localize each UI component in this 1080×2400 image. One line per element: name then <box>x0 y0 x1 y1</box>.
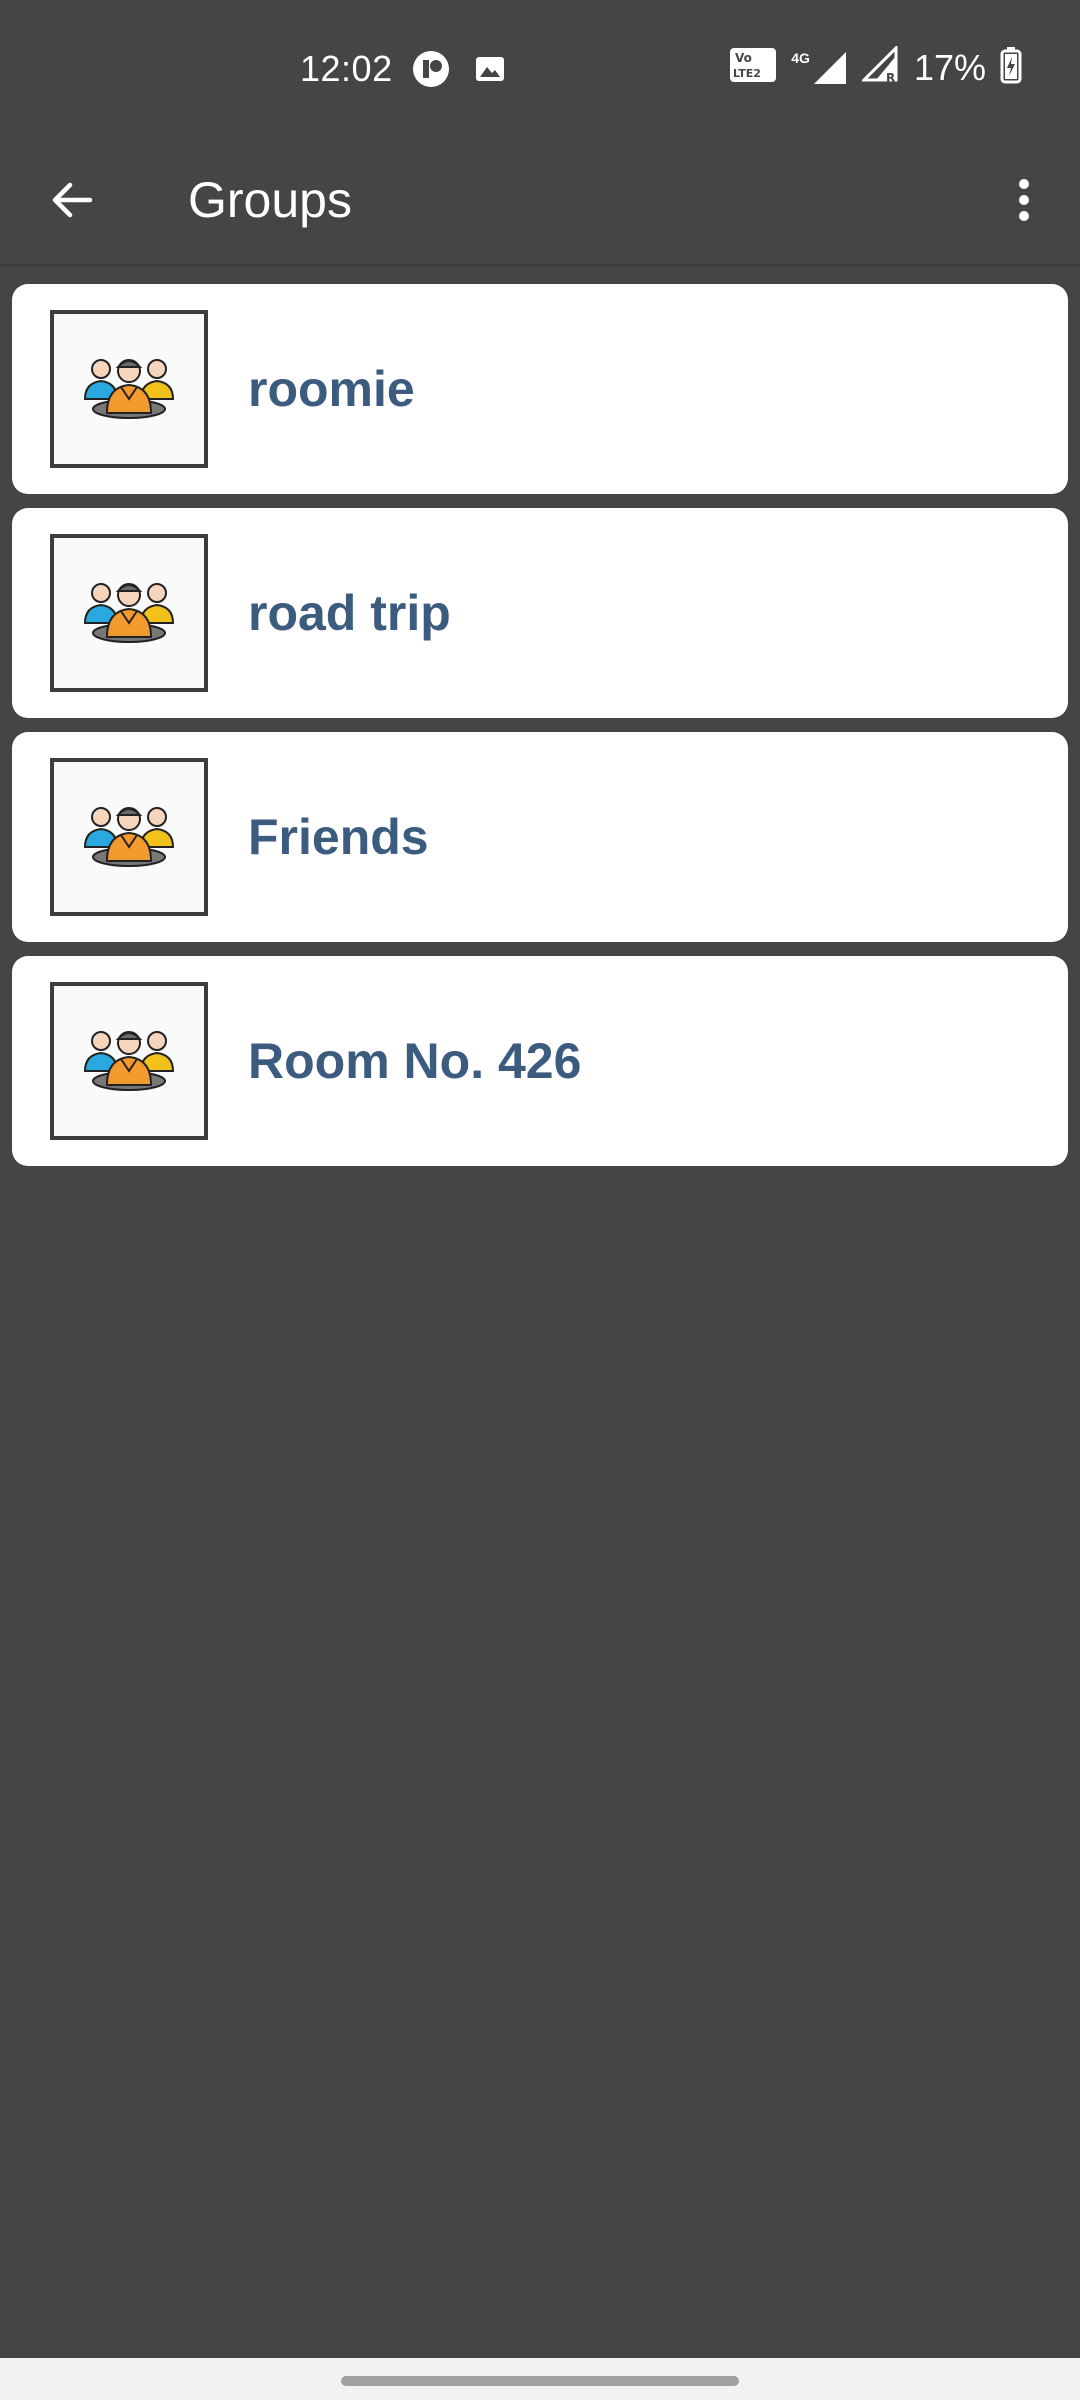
group-people-icon <box>81 351 177 428</box>
group-item[interactable]: road trip <box>12 508 1068 718</box>
status-system-icons: Vo LTE2 4G R 17% <box>729 44 1022 89</box>
group-thumbnail <box>50 310 208 468</box>
group-people-icon <box>81 575 177 652</box>
group-name: road trip <box>248 585 451 641</box>
back-button[interactable] <box>36 166 108 238</box>
battery-percentage: 17% <box>913 46 986 88</box>
group-thumbnail <box>50 534 208 692</box>
svg-text:Vo: Vo <box>735 51 752 65</box>
more-options-button[interactable] <box>988 166 1060 238</box>
home-gesture-handle[interactable] <box>341 2376 739 2386</box>
group-name: roomie <box>248 361 415 417</box>
image-icon <box>474 53 506 90</box>
status-time: 12:02 <box>300 48 393 89</box>
group-item[interactable]: roomie <box>12 284 1068 494</box>
signal-icon: 4G <box>791 50 848 86</box>
app-bar: Groups <box>0 140 1080 266</box>
network-type: 4G <box>791 49 810 66</box>
arrow-back-icon <box>48 176 96 229</box>
group-item[interactable]: Room No. 426 <box>12 956 1068 1166</box>
group-item[interactable]: Friends <box>12 732 1068 942</box>
status-bar: 12:02 Vo LTE2 4G R 17% <box>0 0 1080 140</box>
group-name: Friends <box>248 809 429 865</box>
group-people-icon <box>81 1023 177 1100</box>
app-notification-icon <box>412 50 450 93</box>
group-name: Room No. 426 <box>248 1033 582 1089</box>
gesture-nav-bar <box>0 2358 1080 2400</box>
group-thumbnail <box>50 982 208 1140</box>
volte-icon: Vo LTE2 <box>729 47 777 88</box>
group-list: roomie road trip Friends Room No. 426 <box>12 284 1068 1180</box>
signal-roaming-icon: R <box>860 44 900 89</box>
battery-charging-icon <box>1000 46 1022 89</box>
svg-text:R: R <box>886 71 895 84</box>
group-thumbnail <box>50 758 208 916</box>
group-people-icon <box>81 799 177 876</box>
more-vert-icon <box>1016 176 1032 229</box>
svg-text:LTE2: LTE2 <box>733 67 761 80</box>
status-notification-icons <box>412 50 506 93</box>
page-title: Groups <box>188 172 352 228</box>
